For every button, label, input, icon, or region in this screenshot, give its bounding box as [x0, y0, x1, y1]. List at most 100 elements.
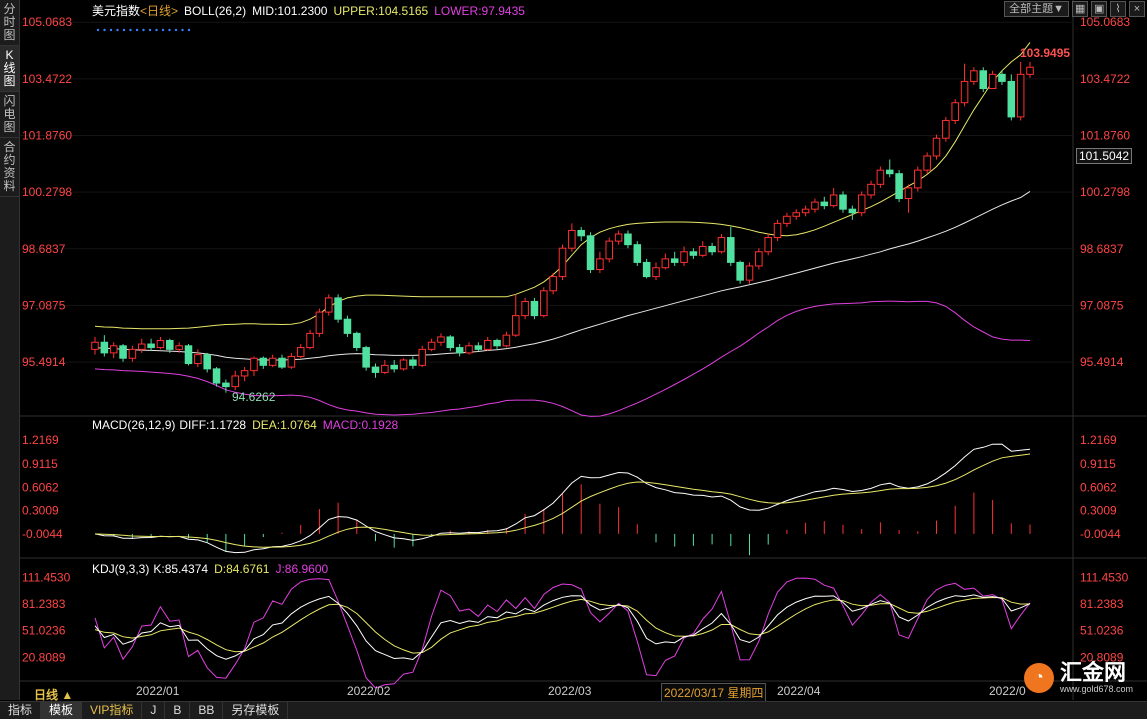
kdj-d: D:84.6761: [214, 562, 270, 576]
price-tick-label: 103.4722: [1080, 72, 1130, 86]
logo-url: www.gold678.com: [1059, 684, 1133, 694]
candle-down: [362, 347, 370, 368]
candle-up: [137, 343, 146, 350]
candle-down: [409, 359, 417, 366]
candle-up: [745, 265, 754, 281]
bottom-tab-0[interactable]: 指标: [0, 702, 42, 719]
side-tab-2[interactable]: 闪电图: [0, 92, 19, 138]
dot-marker: [103, 28, 106, 32]
candle-up: [614, 233, 623, 242]
kdj-j-line: [94, 577, 1031, 689]
candle-up: [399, 359, 408, 370]
date-label: 2022/03: [548, 684, 592, 698]
candle-down: [885, 169, 894, 175]
candle-down: [670, 258, 679, 263]
candle-up: [904, 187, 913, 200]
macd-header: MACD(26,12,9) DIFF:1.1728 DEA:1.0764 MACD:0…: [92, 418, 404, 432]
candle-down: [979, 70, 988, 90]
boll-upper: UPPER:104.5165: [333, 4, 429, 18]
candle-down: [371, 366, 380, 373]
candle-down: [1007, 80, 1016, 118]
dot-marker: [109, 28, 113, 32]
instrument-name: 美元指数: [92, 4, 141, 18]
chart-toolbar: 全部主题▼ ▦ ▣ ⌇ ×: [1004, 1, 1145, 17]
candle-up: [418, 348, 427, 366]
dot-marker: [96, 28, 100, 32]
price-tick-label-left: 105.0683: [22, 15, 72, 29]
macd-tick-label-left: 1.2169: [22, 433, 59, 447]
grid-icon[interactable]: ▦: [1072, 1, 1088, 17]
date-label: 2022/0: [989, 684, 1026, 698]
boll-label: BOLL(26,2): [184, 4, 247, 18]
cursor-date-label: 2022/03/17 星期四: [661, 683, 767, 702]
candle-up: [465, 345, 473, 354]
period-label[interactable]: <日线>: [140, 4, 178, 18]
candle-up: [801, 208, 810, 214]
candle-up: [381, 364, 389, 373]
image-icon[interactable]: ▣: [1091, 1, 1107, 17]
candle-up: [502, 334, 511, 347]
candle-down: [390, 364, 398, 370]
candle-down: [633, 244, 642, 263]
side-tab-0[interactable]: 分时图: [0, 0, 19, 46]
date-label: 2022/04: [777, 684, 821, 698]
candle-up: [109, 345, 118, 354]
side-tab-3[interactable]: 合约资料: [0, 138, 19, 197]
bottom-tab-6[interactable]: 另存模板: [223, 702, 289, 719]
candle-up: [437, 336, 445, 343]
candle-up: [988, 73, 997, 90]
candle-down: [577, 229, 585, 237]
candle-up: [306, 332, 314, 349]
candle-up: [194, 354, 202, 365]
candle-down: [848, 208, 857, 214]
macd-tick-label-left: 0.6062: [22, 480, 59, 494]
candle-down: [820, 201, 829, 207]
candle-up: [605, 240, 614, 260]
bottom-tab-1[interactable]: 模板: [41, 702, 83, 719]
price-tick-label: 97.0875: [1080, 298, 1124, 312]
main-header: 美元指数<日线> BOLL(26,2) MID:101.2300 UPPER:104.…: [92, 2, 531, 19]
candle-down: [100, 341, 109, 354]
dot-marker: [168, 28, 171, 32]
price-tick-label: 98.6837: [1080, 242, 1124, 256]
candle-up: [128, 348, 137, 359]
dot-marker: [135, 28, 139, 32]
brand-logo: ◔ 汇金网 www.gold678.com: [1023, 660, 1133, 694]
macd-tick-label-left: 0.3009: [22, 504, 59, 518]
candle-up: [783, 215, 791, 224]
bottom-tab-3[interactable]: J: [142, 702, 166, 719]
candle-down: [446, 336, 455, 349]
candle-down: [259, 357, 268, 366]
theme-dropdown[interactable]: 全部主题▼: [1004, 1, 1069, 17]
date-label: 2022/01: [136, 684, 180, 698]
candle-down: [212, 368, 221, 384]
candle-up: [951, 102, 959, 121]
candle-down: [334, 297, 342, 320]
candle-up: [250, 357, 258, 372]
close-icon[interactable]: ×: [1129, 1, 1145, 17]
line-icon[interactable]: ⌇: [1110, 1, 1126, 17]
bottom-tab-5[interactable]: BB: [190, 702, 224, 719]
price-tick-label: 100.2798: [1080, 185, 1130, 199]
price-tick-label-left: 103.4722: [22, 72, 72, 86]
price-tick-label-left: 95.4914: [22, 355, 66, 369]
candle-up: [792, 212, 801, 217]
candle-down: [727, 237, 735, 263]
candle-up: [483, 339, 492, 350]
kdj-tick-label-left: 51.0236: [22, 624, 66, 638]
candle-up: [568, 229, 576, 249]
candle-up: [521, 300, 529, 317]
candle-up: [914, 169, 922, 189]
candle-down: [530, 300, 539, 317]
bottom-tab-4[interactable]: B: [165, 702, 191, 719]
dot-marker: [142, 28, 145, 32]
macd-tick-label: 0.3009: [1080, 504, 1117, 518]
bottom-tab-2[interactable]: VIP指标: [82, 702, 143, 719]
logo-icon: ◔: [1023, 663, 1054, 693]
candle-up: [717, 237, 726, 253]
kdj-tick-label: 111.4530: [1080, 571, 1129, 585]
side-tab-1[interactable]: K线图: [0, 46, 19, 92]
macd-tick-label-left: 0.9115: [22, 457, 58, 471]
macd-tick-label-left: -0.0044: [22, 527, 63, 541]
logo-text: 汇金网: [1059, 660, 1126, 685]
